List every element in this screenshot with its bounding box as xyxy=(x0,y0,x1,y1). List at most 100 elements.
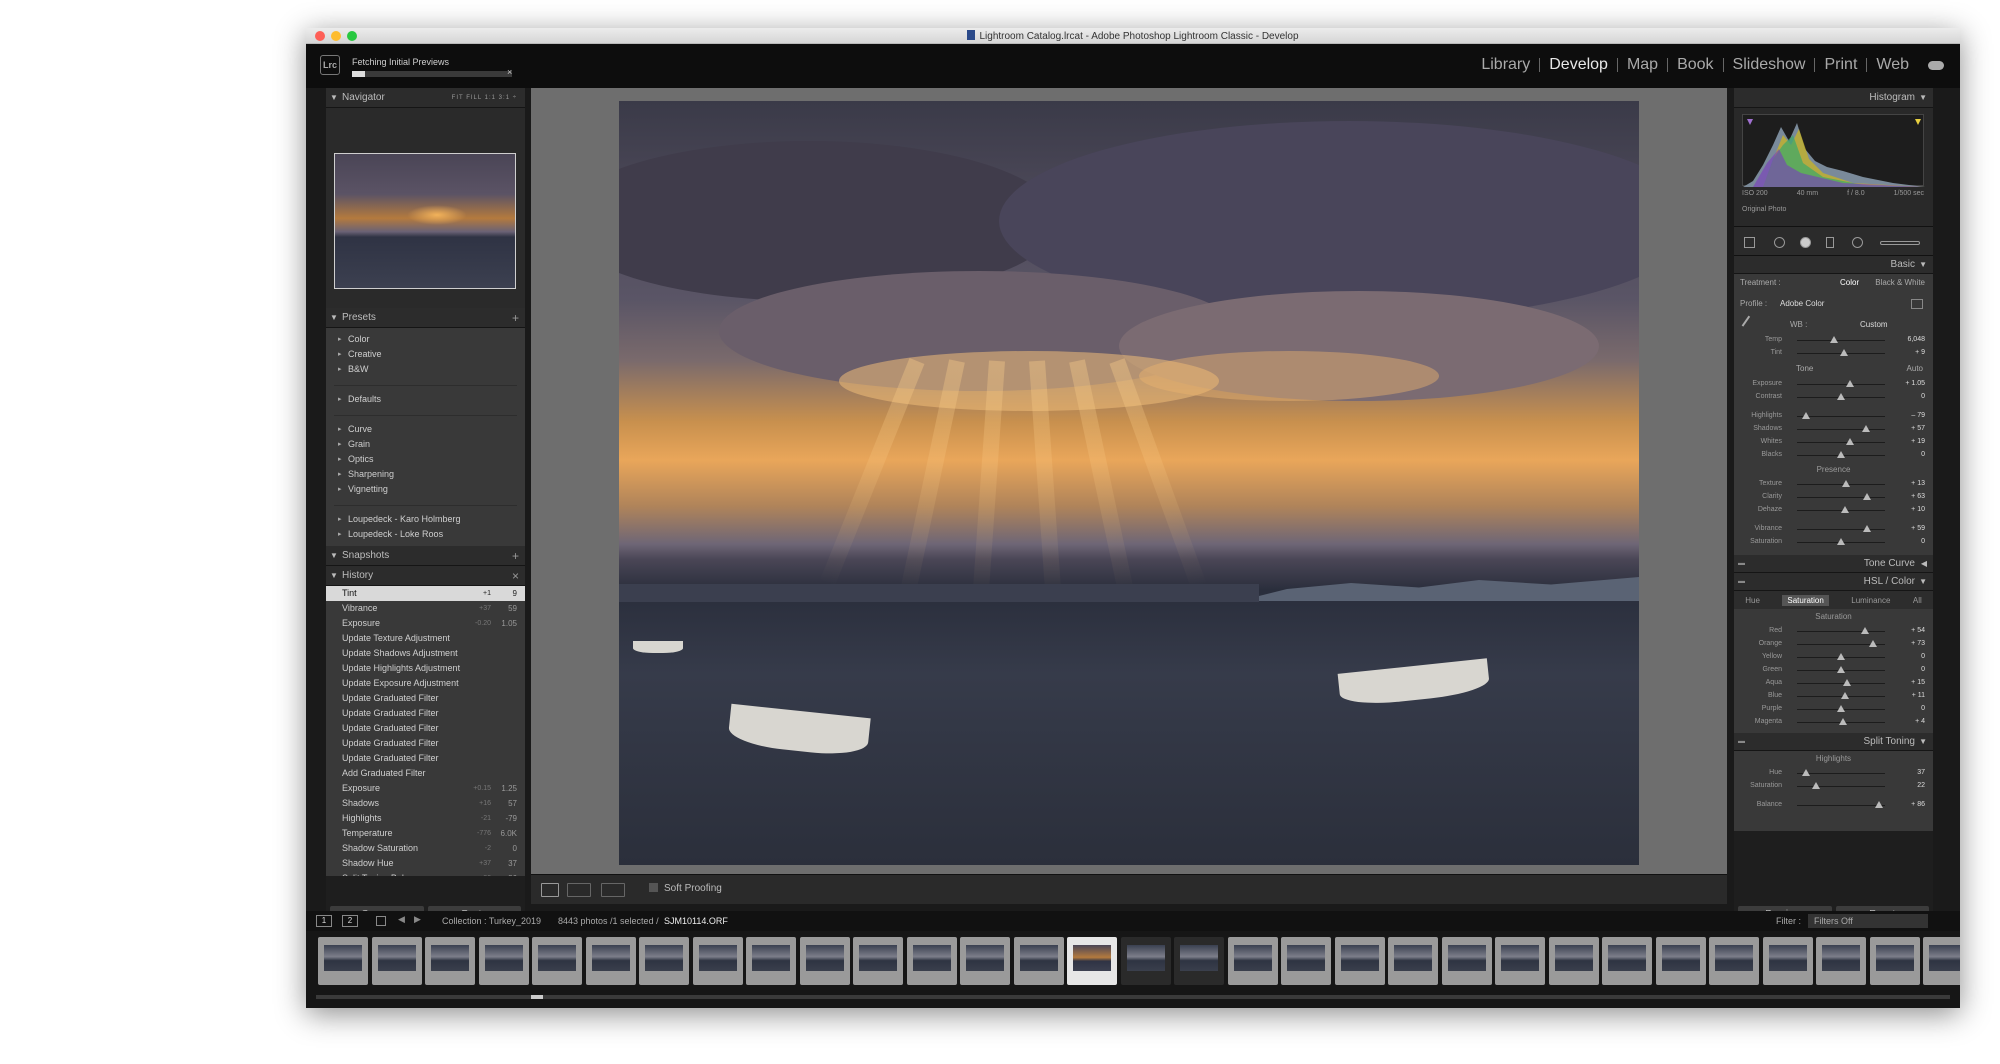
radial-filter-icon[interactable] xyxy=(1852,237,1863,248)
slider-knob[interactable] xyxy=(1801,412,1810,419)
slider-value[interactable]: 6,048 xyxy=(1907,336,1925,343)
filmstrip-thumbnail[interactable] xyxy=(1816,937,1866,985)
slider-value[interactable]: + 54 xyxy=(1911,627,1925,634)
filmstrip-thumbnail[interactable] xyxy=(318,937,368,985)
filmstrip-thumbnail[interactable] xyxy=(478,937,529,985)
slider-value[interactable]: 0 xyxy=(1921,705,1925,712)
slider-track[interactable] xyxy=(1797,773,1885,774)
history-step[interactable]: Update Shadows Adjustment xyxy=(326,646,525,661)
preset-folder[interactable]: Optics xyxy=(326,452,525,467)
slider-value[interactable]: + 86 xyxy=(1911,801,1925,808)
module-print[interactable]: Print xyxy=(1814,57,1866,73)
slider-value[interactable]: + 73 xyxy=(1911,640,1925,647)
preset-folder[interactable]: Defaults xyxy=(326,392,525,407)
hsl-tab-hue[interactable]: Hue xyxy=(1745,596,1760,605)
slider-knob[interactable] xyxy=(1874,801,1883,808)
slider-knob[interactable] xyxy=(1837,451,1845,458)
slider-knob[interactable] xyxy=(1843,679,1852,686)
preset-folder[interactable]: Vignetting xyxy=(326,482,525,497)
histogram-header[interactable]: Histogram ▼ xyxy=(1734,88,1933,108)
slider-knob[interactable] xyxy=(1868,640,1877,647)
crop-tool-icon[interactable] xyxy=(1744,237,1755,248)
module-library[interactable]: Library xyxy=(1472,57,1539,73)
spot-removal-icon[interactable] xyxy=(1774,237,1785,248)
slider-value[interactable]: 22 xyxy=(1917,782,1925,789)
cancel-fetch-button[interactable]: × xyxy=(507,67,512,77)
slider-track[interactable] xyxy=(1797,631,1885,632)
history-header[interactable]: ▼ History × xyxy=(326,566,525,586)
selected-filename[interactable]: SJM10114.ORF xyxy=(664,916,728,926)
filter-select[interactable]: Filters Off xyxy=(1808,914,1928,928)
slider-knob[interactable] xyxy=(1837,705,1845,712)
collection-path[interactable]: Collection : Turkey_2019 xyxy=(442,916,541,926)
history-step[interactable]: Tint +1 9 xyxy=(326,586,525,601)
slider-value[interactable]: + 11 xyxy=(1912,692,1925,699)
filmstrip-scrollbar[interactable] xyxy=(316,995,1950,999)
slider-value[interactable]: 0 xyxy=(1921,653,1925,660)
slider-track[interactable] xyxy=(1797,442,1885,443)
history-step[interactable]: Temperature -776 6.0K xyxy=(326,826,525,841)
slider-track[interactable] xyxy=(1797,384,1885,385)
filmstrip-thumbnail[interactable] xyxy=(425,937,475,985)
snapshots-header[interactable]: ▼ Snapshots + xyxy=(326,546,525,566)
slider-knob[interactable] xyxy=(1838,718,1847,725)
history-step[interactable]: Vibrance +37 59 xyxy=(326,601,525,616)
slider-knob[interactable] xyxy=(1845,438,1854,445)
history-step[interactable]: Update Graduated Filter xyxy=(326,751,525,766)
loupe-view-icon[interactable] xyxy=(541,883,559,897)
wb-select[interactable]: Custom xyxy=(1860,316,1888,334)
filmstrip-thumbnail[interactable] xyxy=(1495,937,1545,985)
slider-knob[interactable] xyxy=(1842,480,1851,487)
filmstrip-thumbnail[interactable] xyxy=(1388,937,1438,985)
slider-knob[interactable] xyxy=(1845,380,1854,387)
filmstrip-thumbnail[interactable] xyxy=(371,937,422,985)
module-slideshow[interactable]: Slideshow xyxy=(1722,57,1815,73)
filmstrip-thumbnail[interactable] xyxy=(1120,937,1171,985)
history-step[interactable]: Exposure -0.20 1.05 xyxy=(326,616,525,631)
filmstrip[interactable] xyxy=(306,931,1960,1008)
graduated-filter-icon[interactable] xyxy=(1826,237,1834,248)
filmstrip-thumbnail[interactable] xyxy=(1762,937,1813,985)
slider-value[interactable]: + 9 xyxy=(1915,349,1925,356)
filmstrip-thumbnail[interactable] xyxy=(1013,937,1064,985)
filmstrip-thumbnail[interactable] xyxy=(1281,937,1331,985)
module-develop[interactable]: Develop xyxy=(1539,57,1617,73)
slider-value[interactable]: + 13 xyxy=(1911,480,1925,487)
preset-folder[interactable]: Sharpening xyxy=(326,467,525,482)
filmstrip-thumbnail[interactable] xyxy=(1548,937,1599,985)
slider-track[interactable] xyxy=(1797,786,1885,787)
filmstrip-thumbnail[interactable] xyxy=(532,937,582,985)
slider-value[interactable]: + 15 xyxy=(1911,679,1925,686)
slider-track[interactable] xyxy=(1797,429,1885,430)
navigator-zoom-options[interactable]: FIT FILL 1:1 3:1 ÷ xyxy=(452,88,517,108)
filmstrip-thumbnail[interactable] xyxy=(639,937,689,985)
filmstrip-thumbnail[interactable] xyxy=(799,937,850,985)
auto-tone-button[interactable]: Auto xyxy=(1907,360,1923,378)
main-photo[interactable] xyxy=(619,101,1639,865)
history-step[interactable]: Update Highlights Adjustment xyxy=(326,661,525,676)
navigator-thumbnail[interactable] xyxy=(334,153,516,289)
filmstrip-thumbnail[interactable] xyxy=(1869,937,1920,985)
secondary-window-button[interactable]: 2 xyxy=(342,915,358,927)
yy-view-icon[interactable] xyxy=(601,883,625,897)
slider-value[interactable]: 0 xyxy=(1921,538,1925,545)
slider-value[interactable]: + 19 xyxy=(1911,438,1925,445)
hsl-header[interactable]: ▬ HSL / Color ▼ xyxy=(1734,573,1933,591)
slider-knob[interactable] xyxy=(1863,493,1872,500)
collapse-triangle-icon[interactable]: ▼ xyxy=(330,88,338,108)
slider-knob[interactable] xyxy=(1801,769,1810,776)
treatment-bw[interactable]: Black & White xyxy=(1875,274,1925,292)
slider-value[interactable]: 0 xyxy=(1921,451,1925,458)
slider-value[interactable]: 0 xyxy=(1921,666,1925,673)
adjustment-brush-icon[interactable] xyxy=(1880,241,1920,245)
history-step[interactable]: Update Graduated Filter xyxy=(326,736,525,751)
navigator-preview[interactable] xyxy=(326,108,525,308)
history-step[interactable]: Shadow Hue +37 37 xyxy=(326,856,525,871)
filmstrip-thumbnail[interactable] xyxy=(1067,937,1117,985)
history-step[interactable]: Shadows +16 57 xyxy=(326,796,525,811)
add-snapshot-icon[interactable]: + xyxy=(512,546,519,566)
slider-value[interactable]: – 79 xyxy=(1911,412,1925,419)
preset-folder[interactable]: B&W xyxy=(326,362,525,377)
hsl-tab-all[interactable]: All xyxy=(1913,596,1922,605)
filmstrip-thumbnail[interactable] xyxy=(853,937,903,985)
